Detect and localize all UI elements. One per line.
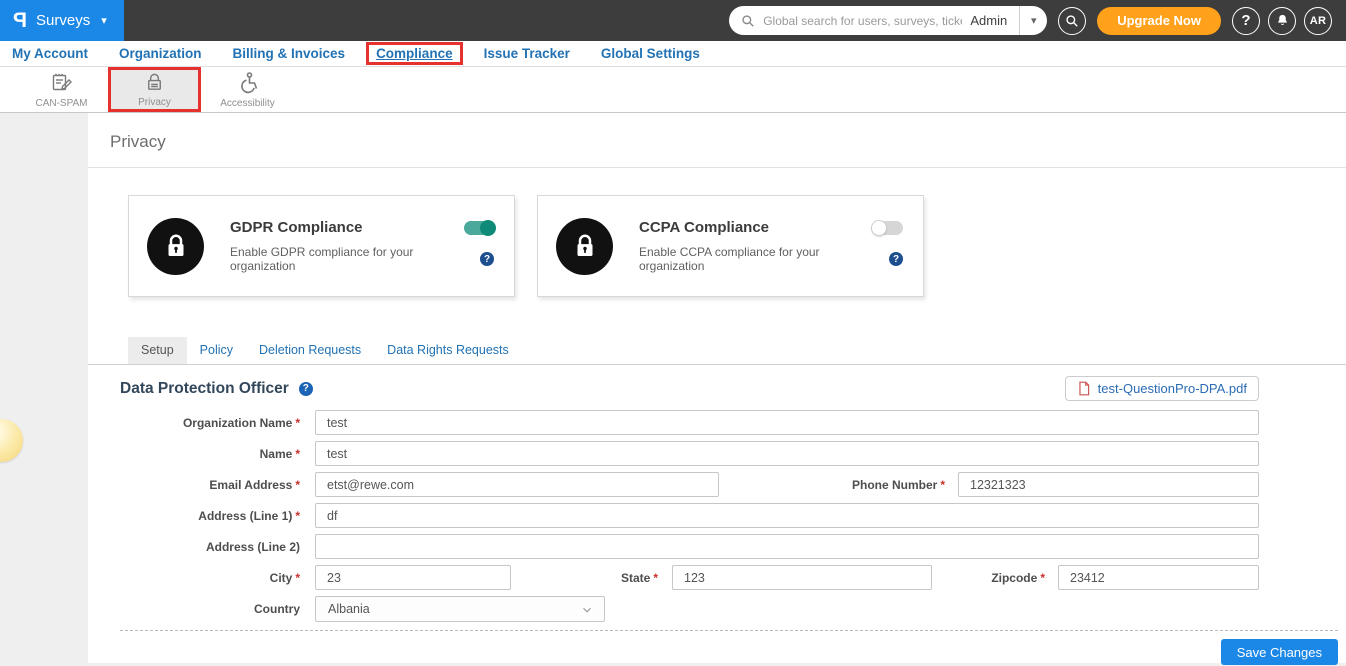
attachment-filename: test-QuestionPro-DPA.pdf [1098,381,1247,396]
section-title: Data Protection Officer [120,380,289,398]
toolbar-item-label: Accessibility [220,98,274,109]
zipcode-field[interactable] [1058,565,1259,590]
nav-my-account[interactable]: My Account [12,46,88,61]
email-field[interactable] [315,472,719,497]
nav-organization[interactable]: Organization [119,46,202,61]
chevron-down-icon: ▾ [101,14,107,27]
dpo-help-icon[interactable]: ? [299,382,313,396]
state-field[interactable] [672,565,932,590]
search-icon [741,14,755,28]
admin-nav: My Account Organization Billing & Invoic… [0,41,1346,67]
phone-number-label: Phone Number* [719,478,958,492]
email-address-label: Email Address* [88,478,315,492]
feedback-bubble[interactable] [0,419,23,462]
topbar: P Surveys ▾ Admin ▾ Upgrade Now ? AR [0,0,1346,41]
nav-issue-tracker[interactable]: Issue Tracker [484,46,570,61]
phone-field[interactable] [958,472,1259,497]
city-field[interactable] [315,565,511,590]
toolbar-item-label: CAN-SPAM [35,98,87,109]
name-label: Name* [88,447,315,461]
divider [88,167,1346,168]
app-window: P Surveys ▾ Admin ▾ Upgrade Now ? AR [0,0,1346,666]
page-title: Privacy [88,113,1346,152]
question-icon: ? [1241,12,1250,29]
toolbar-can-spam[interactable]: CAN-SPAM [15,67,108,112]
save-changes-button[interactable]: Save Changes [1221,639,1338,665]
help-button[interactable]: ? [1232,7,1260,35]
gdpr-card-description: Enable GDPR compliance for your organiza… [230,245,462,273]
nav-compliance[interactable]: Compliance [366,42,463,65]
toolbar-accessibility[interactable]: Accessibility [201,67,294,112]
dpo-form: Organization Name* Name* Email Address* … [88,410,1346,621]
ccpa-card: CCPA Compliance Enable CCPA compliance f… [537,195,924,297]
bell-icon [1275,13,1290,28]
nav-billing-invoices[interactable]: Billing & Invoices [233,46,346,61]
product-name: Surveys [36,12,90,29]
lock-badge-icon [147,218,204,275]
gdpr-help-icon[interactable]: ? [480,252,494,266]
privacy-panel: Privacy GDPR Compliance [88,113,1346,663]
lock-icon [570,231,600,261]
avatar[interactable]: AR [1304,7,1332,35]
search-scope-dropdown[interactable]: ▾ [1020,14,1047,27]
ccpa-card-description: Enable CCPA compliance for your organiza… [639,245,871,273]
country-label: Country [88,602,315,616]
compliance-toolbar: CAN-SPAM Privacy Accessibility [0,67,1346,113]
chevron-down-icon [580,603,594,620]
organization-name-field[interactable] [315,410,1259,435]
ccpa-toggle[interactable] [873,221,903,235]
upgrade-now-button[interactable]: Upgrade Now [1097,7,1221,35]
country-select[interactable]: Albania [315,596,605,622]
form-footer: Save Changes [120,630,1338,665]
state-label: State* [511,571,672,585]
toolbar-item-label: Privacy [138,97,171,108]
notifications-button[interactable] [1268,7,1296,35]
dpa-attachment-button[interactable]: test-QuestionPro-DPA.pdf [1065,376,1259,401]
tab-policy[interactable]: Policy [187,337,246,364]
toolbar-privacy[interactable]: Privacy [108,67,201,112]
address-line1-label: Address (Line 1)* [88,509,315,523]
global-search: Admin ▾ [729,6,1047,35]
dpo-section-header: Data Protection Officer ? test-QuestionP… [120,376,1259,401]
pdf-file-icon [1077,381,1091,396]
accessibility-icon [236,71,260,95]
compliance-cards: GDPR Compliance Enable GDPR compliance f… [128,195,1346,297]
lock-badge-icon [556,218,613,275]
tab-deletion-requests[interactable]: Deletion Requests [246,337,374,364]
country-selected-value: Albania [328,602,370,616]
ccpa-help-icon[interactable]: ? [889,252,903,266]
name-field[interactable] [315,441,1259,466]
questionpro-logo: P [13,10,27,31]
address-line2-label: Address (Line 2) [88,540,315,554]
lock-icon [161,231,191,261]
content-area: Privacy GDPR Compliance [0,113,1346,666]
city-label: City* [88,571,315,585]
chevron-down-icon: ▾ [1031,15,1037,27]
address-line1-field[interactable] [315,503,1259,528]
search-button[interactable] [1058,7,1086,35]
product-switcher[interactable]: P Surveys ▾ [0,0,124,41]
search-input[interactable] [763,14,962,28]
padlock-icon [143,71,166,94]
tab-data-rights-requests[interactable]: Data Rights Requests [374,337,522,364]
nav-global-settings[interactable]: Global Settings [601,46,700,61]
gdpr-card-title: GDPR Compliance [230,219,363,236]
privacy-tabs: Setup Policy Deletion Requests Data Righ… [88,337,1346,365]
address-line2-field[interactable] [315,534,1259,559]
gdpr-card: GDPR Compliance Enable GDPR compliance f… [128,195,515,297]
zipcode-label: Zipcode* [932,571,1058,585]
organization-name-label: Organization Name* [88,416,315,430]
gdpr-toggle[interactable] [464,221,494,235]
search-scope-label: Admin [962,13,1019,28]
tab-setup[interactable]: Setup [128,337,187,364]
ccpa-card-title: CCPA Compliance [639,219,769,236]
canspam-icon [50,71,74,95]
